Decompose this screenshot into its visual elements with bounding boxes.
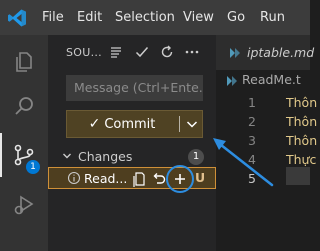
code-line[interactable]: Thôn (286, 133, 317, 148)
commit-button[interactable]: ✓ Commit (67, 111, 177, 137)
line-number: 2 (248, 114, 256, 129)
editor-tab-label: iptable.md (247, 45, 315, 60)
commit-options-button[interactable] (181, 111, 203, 137)
line-number: 3 (248, 133, 256, 148)
commit-divider (179, 116, 180, 132)
line-number: 5 (248, 171, 256, 186)
view-as-list-icon[interactable] (108, 44, 124, 60)
current-line-highlight (286, 167, 310, 185)
code-line[interactable]: Thôn (286, 114, 317, 129)
breadcrumb[interactable]: ReadMe.t (242, 72, 301, 87)
activity-explorer[interactable] (0, 40, 48, 84)
editor-tab-bar: iptable.md (216, 35, 314, 70)
info-icon (67, 171, 81, 185)
activity-bar: 1 (0, 35, 48, 251)
code-line[interactable]: Thực (286, 152, 316, 167)
activity-source-control[interactable]: 1 (0, 133, 48, 177)
vscode-logo-icon (8, 9, 26, 27)
menu-selection[interactable]: Selection (115, 10, 175, 25)
changes-count-badge: 1 (188, 149, 204, 165)
changes-group-header[interactable]: Changes 1 (48, 146, 216, 168)
refresh-icon[interactable] (159, 44, 175, 60)
markdown-file-icon (230, 48, 240, 58)
chevron-down-icon (186, 121, 198, 128)
discard-changes-icon[interactable] (151, 171, 167, 187)
run-debug-icon (14, 195, 34, 215)
editor-tab[interactable]: iptable.md (216, 35, 314, 70)
search-icon (15, 97, 33, 115)
menu-edit[interactable]: Edit (77, 10, 102, 25)
commit-button-label: Commit (104, 117, 156, 132)
commit-message-input[interactable]: Message (Ctrl+Ente... (66, 75, 203, 101)
annotation-highlight-circle (166, 165, 194, 193)
more-icon[interactable] (184, 44, 200, 60)
menu-file[interactable]: File (42, 10, 64, 25)
changes-label: Changes (78, 149, 133, 164)
panel-title: SOU... (66, 46, 102, 59)
menu-go[interactable]: Go (227, 10, 245, 25)
menu-view[interactable]: View (183, 10, 214, 25)
commit-button-group: ✓ Commit (66, 110, 203, 138)
menu-run[interactable]: Run (260, 10, 285, 25)
file-status-untracked: U (195, 170, 206, 185)
code-line[interactable]: Thôn (286, 95, 317, 110)
markdown-file-icon (227, 76, 237, 86)
source-control-panel: SOU... Message (Ctrl+Ente... ✓ Commit Cha… (48, 35, 216, 251)
activity-search[interactable] (0, 84, 48, 128)
source-control-badge: 1 (26, 160, 40, 174)
activity-run-debug[interactable] (0, 183, 48, 227)
line-number: 4 (248, 152, 256, 167)
open-file-icon[interactable] (131, 171, 147, 187)
line-number: 1 (248, 95, 256, 110)
chevron-down-icon (63, 153, 71, 159)
explorer-icon (16, 52, 32, 72)
commit-check-icon[interactable] (134, 44, 150, 60)
check-icon: ✓ (88, 116, 101, 132)
title-bar: File Edit Selection View Go Run (0, 0, 310, 35)
file-name: Read... (84, 171, 128, 186)
